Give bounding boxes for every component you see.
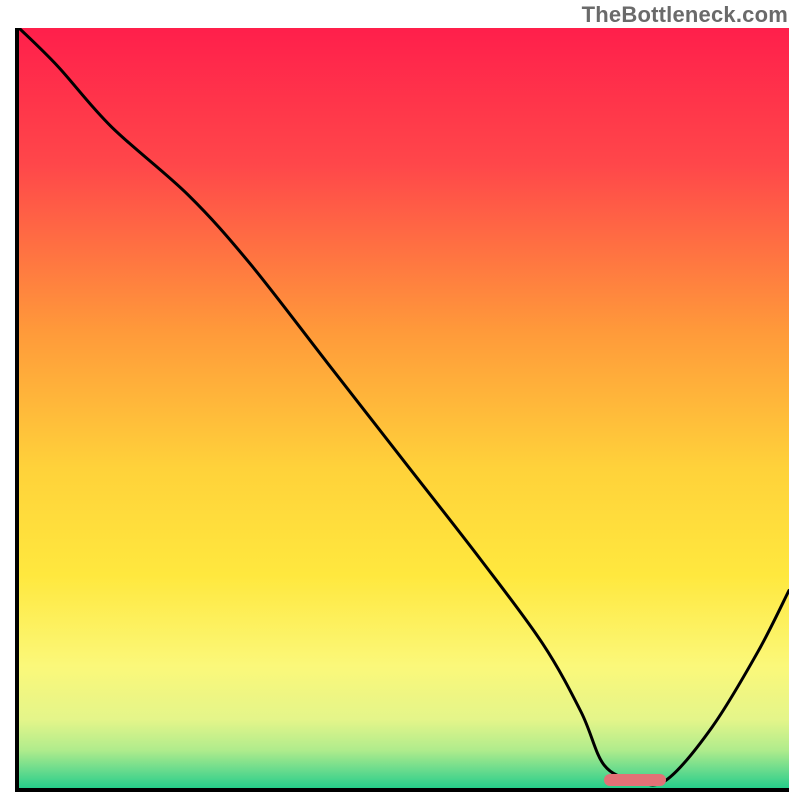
- bottleneck-curve: [19, 28, 789, 788]
- optimal-region-marker: [604, 774, 666, 786]
- chart-plot-area: [15, 28, 789, 792]
- watermark-text: TheBottleneck.com: [582, 2, 788, 28]
